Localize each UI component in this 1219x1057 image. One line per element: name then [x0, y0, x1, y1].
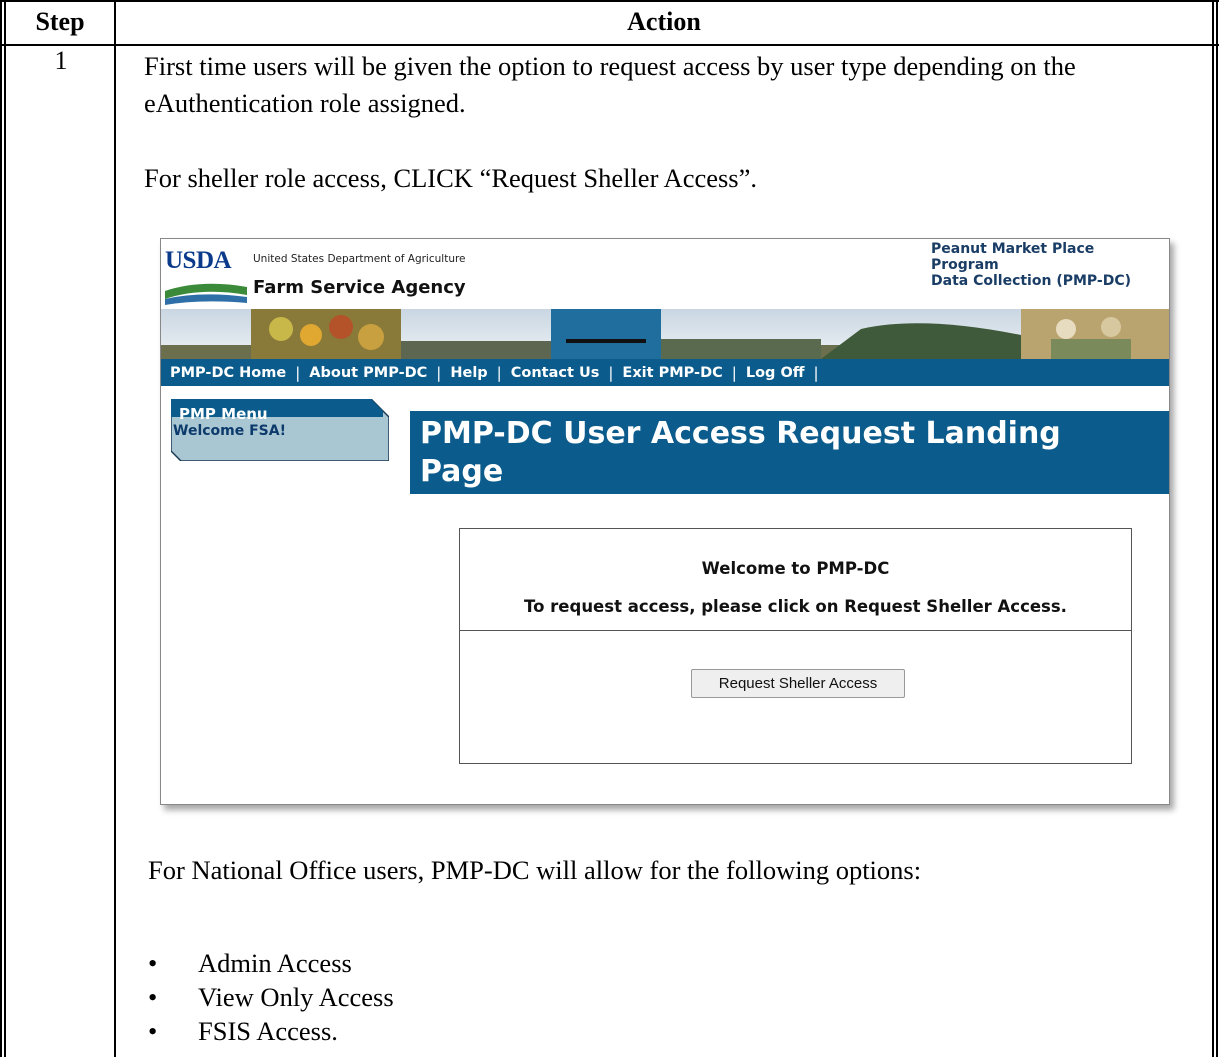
usda-wordmark: USDA [165, 247, 232, 274]
panel-divider [460, 630, 1131, 631]
welcome-panel: Welcome to PMP-DC To request access, ple… [459, 528, 1132, 764]
list-item: FSIS Access. [144, 1014, 394, 1048]
pmp-menu-title: PMP Menu [179, 405, 268, 423]
header-step: Step [35, 7, 85, 36]
request-sheller-access-button[interactable]: Request Sheller Access [691, 669, 905, 698]
table-right-border [1216, 0, 1218, 1057]
header-divider [0, 44, 1219, 46]
welcome-instruction: To request access, please click on Reque… [524, 597, 1067, 616]
nav-contact-us[interactable]: Contact Us [502, 365, 609, 381]
program-line-1: Peanut Market Place [931, 241, 1095, 257]
list-item: Admin Access [144, 946, 394, 980]
table-left-border-inner [4, 0, 6, 1057]
national-office-intro: For National Office users, PMP-DC will a… [148, 855, 922, 885]
program-line-2: Program [931, 257, 999, 273]
nav-about-pmp-dc[interactable]: About PMP-DC [300, 365, 436, 381]
access-options-list: Admin Access View Only Access FSIS Acces… [144, 946, 394, 1048]
sheller-instruction: For sheller role access, CLICK “Request … [144, 163, 757, 193]
header-action: Action [627, 7, 701, 36]
nav-help[interactable]: Help [441, 365, 496, 381]
nav-exit-pmp-dc[interactable]: Exit PMP-DC [613, 365, 731, 381]
step-number: 1 [54, 46, 68, 75]
nav-separator: | [813, 363, 819, 382]
agency-name: Farm Service Agency [253, 277, 466, 298]
page-title-line-1: PMP-DC User Access Request Landing [420, 416, 1061, 451]
list-item: View Only Access [144, 980, 394, 1014]
program-name: Peanut Market Place Program Data Collect… [931, 241, 1131, 289]
welcome-title: Welcome to PMP-DC [701, 559, 890, 578]
top-nav: PMP-DC Home | About PMP-DC | Help | Cont… [161, 359, 1169, 386]
table-right-border-inner [1212, 0, 1214, 1057]
table-left-border [0, 0, 2, 1057]
menu-welcome-text: Welcome FSA! [173, 423, 286, 439]
header-photo-banner [161, 309, 1169, 359]
nav-pmp-dc-home[interactable]: PMP-DC Home [161, 365, 295, 381]
department-name: United States Department of Agriculture [253, 253, 466, 265]
intro-paragraph: First time users will be given the optio… [144, 51, 1076, 118]
pmp-dc-screenshot: USDA United States Department of Agricul… [160, 238, 1170, 805]
nav-log-off[interactable]: Log Off [737, 365, 814, 381]
page-title-line-2: Page [420, 454, 504, 489]
program-line-3: Data Collection (PMP-DC) [931, 273, 1132, 289]
page-title: PMP-DC User Access Request Landing Page [410, 411, 1169, 494]
step-action-table: Step Action 1 First time users will be g… [0, 0, 1219, 1057]
column-divider [114, 0, 116, 1057]
